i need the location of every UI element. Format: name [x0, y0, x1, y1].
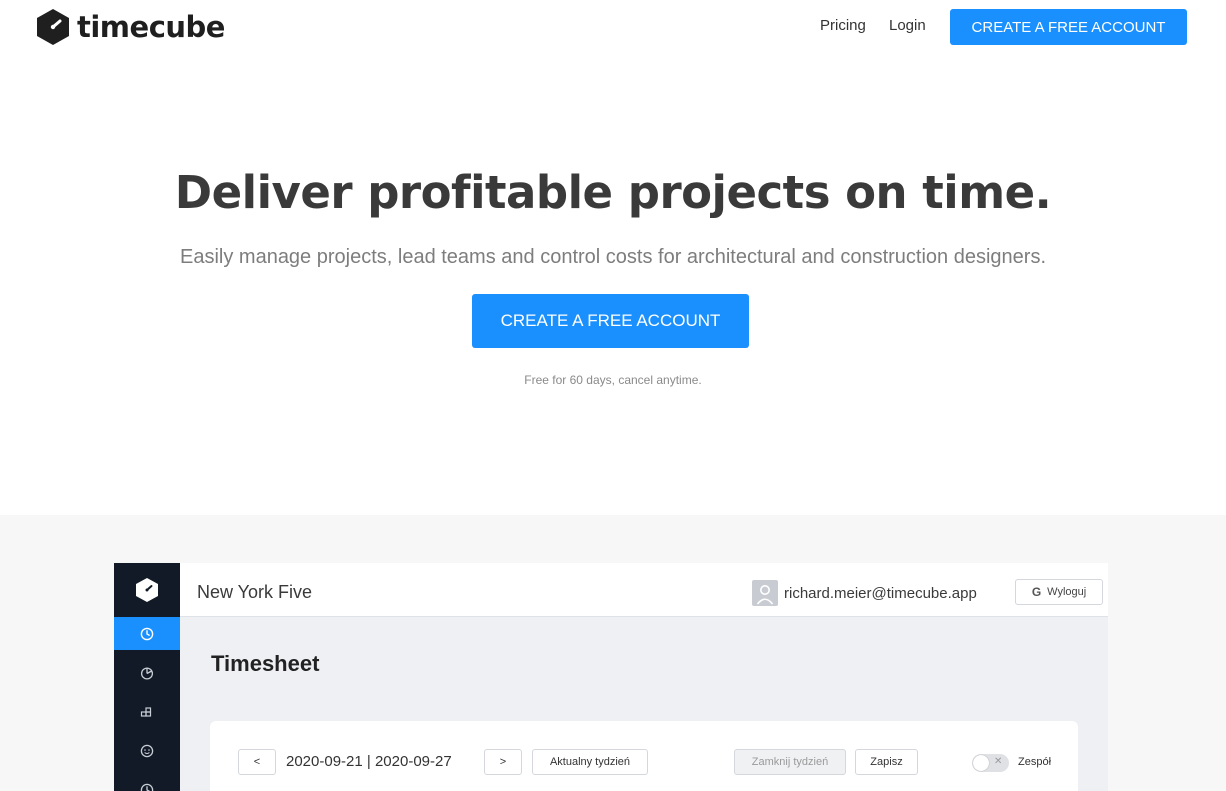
team-toggle[interactable]: ✕ [972, 754, 1009, 772]
sidebar-logo[interactable] [114, 563, 180, 617]
date-range: 2020-09-21 | 2020-09-27 [286, 753, 452, 770]
sidebar-item-history[interactable] [114, 773, 180, 791]
sidebar-item-projects[interactable] [114, 695, 180, 728]
team-toggle-label: Zespół [1018, 756, 1052, 768]
blocks-icon [140, 706, 152, 717]
logout-label: Wyloguj [1047, 586, 1087, 598]
hero-subtitle: Easily manage projects, lead teams and c… [180, 246, 1046, 268]
clock-icon [140, 783, 154, 791]
hero-title: Deliver profitable projects on time. [174, 166, 1052, 219]
hero-note: Free for 60 days, cancel anytime. [524, 373, 702, 387]
next-week-button[interactable]: > [484, 749, 522, 775]
top-navigation: timecube Pricing Login CREATE A FREE ACC… [0, 0, 1226, 55]
nav-login-link[interactable]: Login [889, 17, 926, 34]
app-header: New York Five richard.meier@timecube.app… [180, 563, 1108, 617]
logo[interactable]: timecube [35, 8, 225, 46]
logout-button[interactable]: G Wyloguj [1015, 579, 1103, 605]
nav-create-account-button[interactable]: CREATE A FREE ACCOUNT [950, 9, 1187, 45]
user-email: richard.meier@timecube.app [784, 585, 977, 602]
logo-text: timecube [77, 10, 225, 44]
app-sidebar [114, 563, 180, 791]
nav-pricing-link[interactable]: Pricing [820, 17, 866, 34]
toggle-knob [973, 755, 989, 771]
sidebar-item-timesheet[interactable] [114, 617, 180, 650]
pie-chart-icon [140, 666, 154, 680]
close-week-button[interactable]: Zamknij tydzień [734, 749, 846, 775]
close-icon: ✕ [994, 756, 1003, 767]
hero-create-account-button[interactable]: CREATE A FREE ACCOUNT [472, 294, 749, 348]
sidebar-item-reports[interactable] [114, 656, 180, 689]
project-name: New York Five [197, 582, 313, 602]
user-icon [756, 585, 774, 605]
timesheet-toolbar-card: < 2020-09-21 | 2020-09-27 > Aktualny tyd… [210, 721, 1078, 791]
cube-logo-icon [136, 578, 158, 602]
page-title: Timesheet [211, 651, 320, 676]
app-preview: New York Five richard.meier@timecube.app… [114, 563, 1108, 791]
save-button[interactable]: Zapisz [855, 749, 918, 775]
sidebar-item-team[interactable] [114, 734, 180, 767]
prev-week-button[interactable]: < [238, 749, 276, 775]
clock-icon [140, 627, 154, 640]
avatar[interactable] [752, 580, 778, 606]
google-icon: G [1031, 585, 1042, 599]
smiley-icon [140, 744, 154, 757]
current-week-button[interactable]: Aktualny tydzień [532, 749, 648, 775]
cube-logo-icon [37, 9, 69, 45]
